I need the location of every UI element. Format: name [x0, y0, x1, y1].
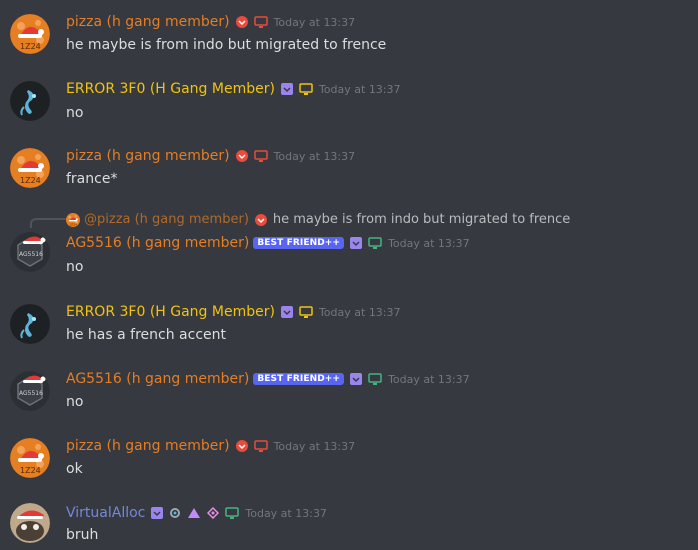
user-avatar-ag5516[interactable]	[10, 232, 50, 272]
message-content: no	[66, 105, 84, 121]
username[interactable]: pizza (h gang member)	[66, 148, 230, 164]
nitro-badge-icon	[151, 507, 164, 519]
reply-mention[interactable]: @pizza (h gang member)	[84, 212, 249, 227]
nitro-badge-icon	[280, 83, 293, 95]
message-content: no	[66, 259, 84, 275]
timestamp[interactable]: Today at 13:37	[274, 16, 356, 29]
triangle-badge-icon	[187, 507, 201, 519]
message-content: bruh	[66, 527, 99, 543]
user-avatar-error[interactable]	[10, 304, 50, 344]
user-avatar-pizza[interactable]	[10, 14, 50, 54]
message-content: he has a french accent	[66, 327, 226, 343]
username[interactable]: ERROR 3F0 (H Gang Member)	[66, 304, 275, 320]
best-friend-badge: BEST FRIEND++	[253, 237, 345, 249]
hypesquad-icon	[169, 507, 181, 519]
timestamp[interactable]: Today at 13:37	[245, 507, 327, 520]
desktop-icon	[299, 306, 313, 318]
timestamp[interactable]: Today at 13:37	[388, 373, 470, 386]
timestamp[interactable]: Today at 13:37	[388, 237, 470, 250]
username[interactable]: VirtualAlloc	[66, 505, 145, 521]
message-content: france*	[66, 171, 118, 187]
user-avatar-error[interactable]	[10, 81, 50, 121]
message-content: ok	[66, 461, 83, 477]
timestamp[interactable]: Today at 13:37	[274, 150, 356, 163]
reply-text: he maybe is from indo but migrated to fr…	[272, 212, 571, 227]
desktop-icon	[253, 440, 268, 452]
gem-badge-icon	[207, 507, 220, 519]
nitro-badge-icon	[350, 373, 363, 385]
reply-avatar	[66, 213, 80, 227]
user-avatar-ag5516[interactable]	[10, 371, 50, 411]
username[interactable]: pizza (h gang member)	[66, 14, 230, 30]
username[interactable]: pizza (h gang member)	[66, 438, 230, 454]
user-avatar-pizza[interactable]	[10, 148, 50, 188]
username[interactable]: ERROR 3F0 (H Gang Member)	[66, 81, 275, 97]
timestamp[interactable]: Today at 13:37	[274, 440, 356, 453]
user-avatar-virtualalloc[interactable]	[10, 503, 50, 543]
role-badge-icon	[235, 16, 248, 28]
message-content: no	[66, 394, 84, 410]
timestamp[interactable]: Today at 13:37	[319, 306, 401, 319]
desktop-icon	[253, 150, 268, 162]
nitro-badge-icon	[350, 237, 363, 249]
user-avatar-pizza[interactable]	[10, 438, 50, 478]
nitro-badge-icon	[280, 306, 293, 318]
role-badge-icon	[254, 213, 267, 226]
desktop-icon	[299, 83, 313, 95]
message-content: he maybe is from indo but migrated to fr…	[66, 37, 387, 53]
role-badge-icon	[235, 150, 248, 162]
username[interactable]: AG5516 (h gang member)	[66, 371, 249, 387]
role-badge-icon	[235, 440, 248, 452]
best-friend-badge: BEST FRIEND++	[253, 373, 345, 385]
reply-connector	[30, 218, 66, 228]
username[interactable]: AG5516 (h gang member)	[66, 235, 249, 251]
reply-preview[interactable]: @pizza (h gang member) he maybe is from …	[66, 212, 570, 227]
desktop-icon	[368, 373, 382, 385]
desktop-icon	[368, 237, 382, 249]
desktop-icon	[253, 16, 268, 28]
timestamp[interactable]: Today at 13:37	[319, 83, 401, 96]
desktop-icon	[225, 507, 240, 519]
